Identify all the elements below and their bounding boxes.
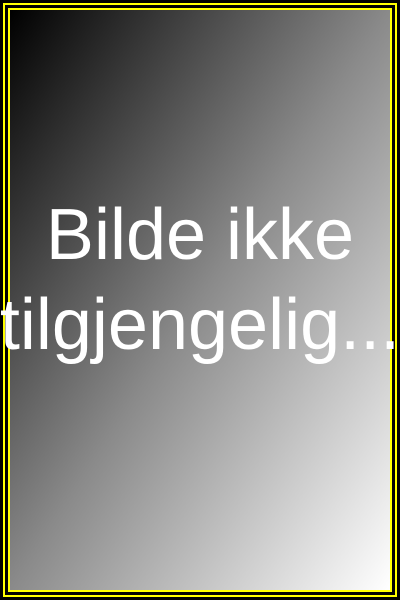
unavailable-message: Bilde ikke tilgjengelig...: [0, 0, 400, 600]
image-placeholder: Bilde ikke tilgjengelig...: [0, 0, 400, 600]
message-line-1: Bilde ikke: [45, 195, 355, 275]
message-line-2: tilgjengelig...: [0, 285, 400, 365]
